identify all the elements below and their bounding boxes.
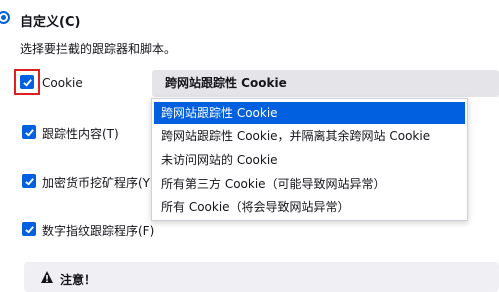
cookie-type-menu: 跨网站跟踪性 Cookie 跨网站跟踪性 Cookie，并隔离其余跨网站 Coo… xyxy=(151,98,468,221)
checkmark-icon xyxy=(24,225,34,234)
custom-option-description: 选择要拦截的跟踪器和脚本。 xyxy=(20,42,177,56)
fingerprinters-label[interactable]: 数字指纹跟踪程序(F) xyxy=(42,222,154,239)
checkmark-icon xyxy=(22,78,32,87)
cryptominers-checkbox[interactable] xyxy=(22,174,36,188)
menu-item-cross-site-tracking[interactable]: 跨网站跟踪性 Cookie xyxy=(154,102,465,124)
cryptominers-label[interactable]: 加密货币挖矿程序(Y) xyxy=(42,174,155,191)
cookie-type-dropdown[interactable]: 跨网站跟踪性 Cookie xyxy=(152,70,499,97)
menu-item-all-cookies[interactable]: 所有 Cookie（将会导致网站异常） xyxy=(154,196,465,218)
custom-option-label[interactable]: 自定义(C) xyxy=(20,11,80,30)
warning-icon xyxy=(41,271,53,283)
cookie-label[interactable]: Cookie xyxy=(42,76,83,90)
custom-radio[interactable] xyxy=(0,11,10,24)
tracking-content-checkbox[interactable] xyxy=(22,125,36,139)
menu-item-all-third-party[interactable]: 所有第三方 Cookie（可能导致网站异常） xyxy=(154,173,465,195)
menu-item-cross-site-isolate[interactable]: 跨网站跟踪性 Cookie，并隔离其余跨网站 Cookie xyxy=(154,125,465,147)
tracking-content-label[interactable]: 跟踪性内容(T) xyxy=(42,125,119,142)
cookie-checkbox[interactable] xyxy=(20,75,34,89)
menu-item-unvisited-sites[interactable]: 未访问网站的 Cookie xyxy=(154,149,465,171)
checkmark-icon xyxy=(24,177,34,186)
fingerprinters-checkbox[interactable] xyxy=(22,222,36,236)
radio-dot xyxy=(1,15,6,20)
checkmark-icon xyxy=(24,128,34,137)
warning-title: 注意！ xyxy=(60,273,97,287)
